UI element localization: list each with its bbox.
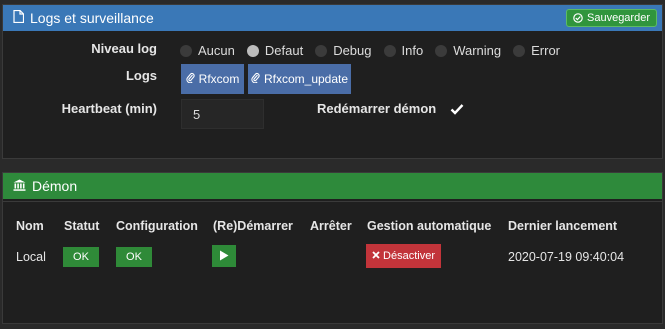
log-button-label: Rfxcom (198, 72, 240, 86)
log-button-rfxcom-update[interactable]: Rfxcom_update (248, 64, 351, 94)
col-header-nom: Nom (16, 219, 44, 233)
cell-nom: Local (16, 250, 46, 264)
radio-error[interactable]: Error (513, 43, 560, 58)
table-divider (2, 201, 663, 202)
times-icon (372, 250, 380, 262)
niveau-log-label: Niveau log (91, 41, 157, 56)
cell-dernier-lancement: 2020-07-19 09:40:04 (508, 250, 625, 264)
restart-daemon-label: Redémarrer démon (317, 101, 437, 116)
demon-panel: Démon (2, 172, 663, 324)
radio-label: Warning (453, 43, 502, 58)
file-icon (13, 9, 25, 26)
heartbeat-input[interactable] (181, 99, 264, 129)
radio-aucun[interactable]: Aucun (180, 43, 235, 58)
logs-panel-title: Logs et surveillance (30, 10, 154, 26)
radio-warning[interactable]: Warning (435, 43, 501, 58)
col-header-dernier-lancement: Dernier lancement (508, 219, 618, 233)
radio-dot (513, 44, 526, 57)
paperclip-icon (251, 72, 260, 86)
demon-panel-title: Démon (32, 178, 78, 194)
col-header-statut: Statut (64, 219, 100, 233)
log-button-label: Rfxcom_update (263, 72, 349, 86)
heartbeat-label: Heartbeat (min) (61, 101, 157, 116)
logs-label: Logs (125, 68, 157, 83)
radio-label: Debug (333, 43, 372, 58)
radio-dot (180, 44, 192, 57)
radio-defaut[interactable]: Defaut (246, 43, 304, 58)
configuration-badge: OK (116, 247, 152, 267)
log-button-rfxcom[interactable]: Rfxcom (181, 64, 244, 94)
deactivate-button-label: Désactiver (383, 250, 435, 262)
logs-panel-header: Logs et surveillance Sauvegarder (3, 5, 662, 31)
col-header-redemarrer: (Re)Démarrer (213, 219, 293, 233)
demon-panel-header: Démon (3, 173, 662, 199)
paperclip-icon (186, 72, 195, 86)
radio-dot (435, 44, 448, 57)
radio-label: Error (531, 43, 561, 58)
radio-dot (315, 44, 328, 57)
play-icon (219, 249, 229, 264)
radio-label: Info (401, 43, 424, 58)
deactivate-button[interactable]: Désactiver (366, 244, 441, 268)
radio-info[interactable]: Info (383, 43, 424, 58)
status-badge: OK (63, 247, 99, 267)
col-header-configuration: Configuration (116, 219, 198, 233)
radio-label: Aucun (198, 43, 235, 58)
start-daemon-button[interactable] (212, 245, 236, 267)
col-header-arreter: Arrêter (310, 219, 352, 233)
check-circle-icon (573, 13, 583, 23)
bank-icon (13, 178, 26, 194)
save-button[interactable]: Sauvegarder (566, 9, 657, 27)
restart-daemon-checkbox[interactable] (450, 103, 464, 118)
log-level-radio-group: Aucun Defaut Debug Info Warning Error (180, 43, 572, 58)
radio-debug[interactable]: Debug (315, 43, 372, 58)
radio-dot (383, 44, 396, 57)
radio-dot (246, 44, 259, 57)
col-header-gestion: Gestion automatique (367, 219, 492, 233)
save-button-label: Sauvegarder (587, 12, 650, 24)
radio-label: Defaut (264, 43, 304, 58)
